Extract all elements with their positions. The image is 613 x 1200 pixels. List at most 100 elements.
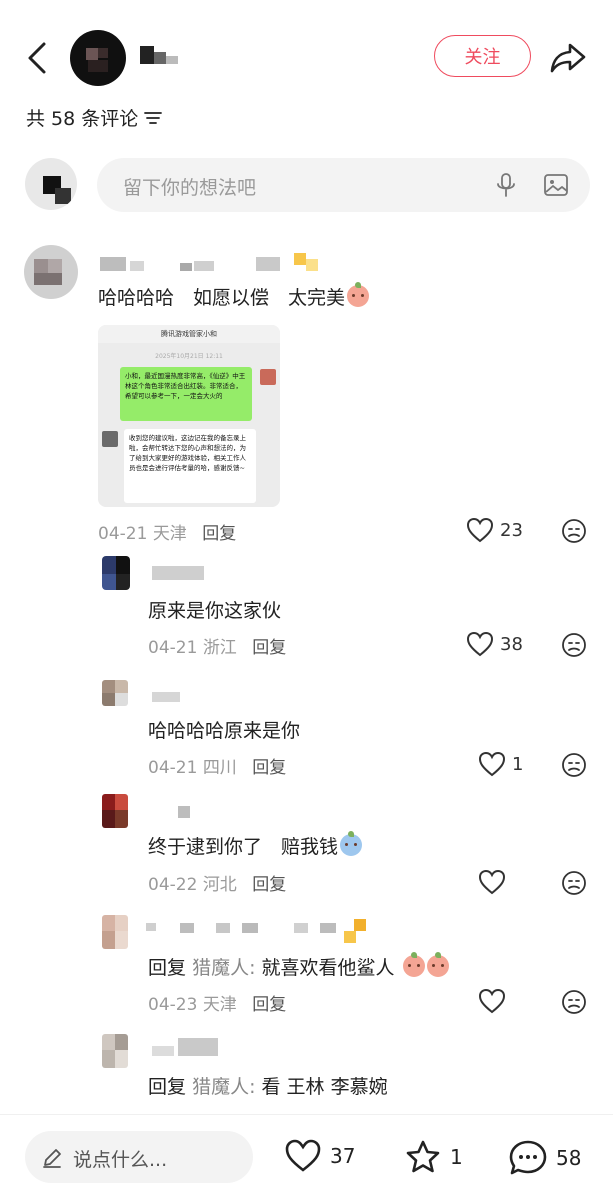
image-chat-avatar: [102, 431, 118, 447]
comment-text: 回复 猎魔人: 就喜欢看他鲨人: [148, 952, 449, 980]
dislike-face-icon[interactable]: [561, 632, 587, 658]
heart-icon: [478, 751, 506, 777]
microphone-icon[interactable]: [495, 172, 517, 198]
commenter-avatar[interactable]: [102, 915, 128, 949]
sort-icon[interactable]: [144, 111, 163, 125]
peach-emoji-icon: [426, 952, 449, 977]
comment-input-placeholder: 留下你的想法吧: [123, 177, 257, 199]
commenter-avatar[interactable]: [102, 794, 128, 828]
like-button[interactable]: 23: [466, 517, 523, 543]
commenter-avatar[interactable]: [102, 1034, 128, 1068]
image-icon[interactable]: [543, 172, 569, 198]
comment-input[interactable]: 留下你的想法吧: [97, 158, 590, 212]
crying-emoji-icon: [340, 831, 363, 856]
like-button[interactable]: [478, 869, 506, 895]
comment-location: 天津: [152, 524, 187, 544]
post-like-button[interactable]: 37: [284, 1139, 355, 1173]
dislike-face-icon[interactable]: [561, 518, 587, 544]
comment-meta: 04-21 浙江 回复: [148, 633, 286, 658]
image-chat-date: 2025年10月21日 12:11: [155, 353, 223, 360]
say-something-placeholder: 说点什么...: [73, 1149, 168, 1171]
comment-date: 04-21: [98, 524, 148, 544]
comment-meta: 04-23 天津 回复: [148, 990, 286, 1015]
reply-item: 回复 猎魔人: 就喜欢看他鲨人 04-23 天津 回复: [0, 915, 613, 1025]
commenter-name-pixelated[interactable]: [100, 253, 330, 275]
reply-prefix: 回复: [148, 1076, 187, 1098]
comment-count-text: 共 58 条评论: [26, 108, 139, 130]
comment-date: 04-22: [148, 875, 198, 895]
bottom-action-bar: 说点什么... 37 1 58: [0, 1114, 613, 1200]
comment-location: 河北: [202, 875, 237, 895]
dislike-face-icon[interactable]: [561, 870, 587, 896]
commenter-name-pixelated[interactable]: [152, 690, 202, 704]
reply-item: 原来是你这家伙 04-21 浙江 回复 38: [0, 556, 613, 666]
peach-emoji-icon: [347, 282, 370, 307]
comment-text: 哈哈哈哈原来是你: [148, 720, 301, 742]
comment-location: 四川: [202, 758, 237, 778]
commenter-name-pixelated[interactable]: [152, 1038, 232, 1058]
comment-item: 哈哈哈哈 如愿以偿 太完美 腾讯游戏管家小和 2025年10月21日 12:11…: [0, 245, 613, 555]
comment-text-content: 看 王林 李慕婉: [255, 1076, 388, 1098]
comment-date: 04-21: [148, 758, 198, 778]
comment-location: 天津: [202, 995, 237, 1015]
comment-date: 04-21: [148, 638, 198, 658]
commenter-name-pixelated[interactable]: [152, 566, 212, 582]
reply-button[interactable]: 回复: [252, 638, 286, 658]
top-bar: 关注: [0, 0, 613, 110]
comment-meta: 04-21 天津 回复: [98, 519, 236, 544]
commenter-avatar[interactable]: [102, 556, 130, 590]
reply-item: 终于逮到你了 赔我钱 04-22 河北 回复: [0, 794, 613, 904]
reply-prefix: 回复: [148, 957, 187, 979]
mentioned-user[interactable]: 猎魔人:: [192, 957, 255, 979]
comment-meta: 04-21 四川 回复: [148, 753, 286, 778]
heart-icon: [478, 988, 506, 1014]
post-favorite-count: 1: [450, 1145, 463, 1169]
comment-text-content: 哈哈哈哈 如愿以偿 太完美: [98, 287, 346, 309]
reply-item: 回复 猎魔人: 看 王林 李慕婉: [0, 1034, 613, 1114]
comment-count[interactable]: 共 58 条评论: [26, 104, 163, 131]
comment-location: 浙江: [202, 638, 237, 658]
share-icon[interactable]: [548, 40, 588, 74]
heart-icon: [466, 517, 494, 543]
like-button[interactable]: [478, 988, 506, 1014]
star-icon: [406, 1140, 440, 1173]
post-favorite-button[interactable]: 1: [404, 1139, 463, 1175]
comment-text: 哈哈哈哈 如愿以偿 太完美: [98, 282, 370, 310]
my-avatar: [25, 158, 77, 210]
heart-icon: [285, 1139, 321, 1172]
comment-composer: 留下你的想法吧: [0, 158, 613, 216]
comment-image[interactable]: 腾讯游戏管家小和 2025年10月21日 12:11 小和，最近国漫热度非常高，…: [98, 325, 280, 507]
heart-icon: [466, 631, 494, 657]
commenter-avatar[interactable]: [24, 245, 78, 299]
commenter-name-pixelated[interactable]: [152, 804, 202, 818]
reply-button[interactable]: 回复: [202, 524, 236, 544]
comment-text: 终于逮到你了 赔我钱: [148, 831, 363, 859]
reply-button[interactable]: 回复: [252, 758, 286, 778]
image-chat-sent: 小和，最近国漫热度非常高，《仙逆》中王林这个角色非常适合出红装。非常适合，希望可…: [120, 367, 252, 421]
like-button[interactable]: 1: [478, 751, 523, 777]
reply-button[interactable]: 回复: [252, 995, 286, 1015]
mentioned-user[interactable]: 猎魔人:: [192, 1076, 255, 1098]
post-comment-count: 58: [556, 1146, 582, 1170]
commenter-avatar[interactable]: [102, 680, 128, 706]
image-chat-received: 收到您的建议啦，这边记在我的备忘录上啦，会帮忙转达下您的心声和想法的，为了给到大…: [124, 429, 256, 503]
author-avatar[interactable]: [70, 30, 126, 86]
comment-meta: 04-22 河北 回复: [148, 870, 286, 895]
post-like-count: 37: [330, 1144, 356, 1168]
dislike-face-icon[interactable]: [561, 752, 587, 778]
comment-text-content: 终于逮到你了 赔我钱: [148, 836, 339, 858]
back-arrow-icon[interactable]: [22, 38, 54, 78]
like-count: 23: [500, 519, 523, 541]
comment-text-content: 就喜欢看他鲨人: [255, 957, 395, 979]
comment-text: 原来是你这家伙: [148, 600, 282, 622]
like-button[interactable]: 38: [466, 631, 523, 657]
follow-button[interactable]: 关注: [434, 35, 531, 77]
comment-date: 04-23: [148, 995, 198, 1015]
post-comment-button[interactable]: 58: [508, 1139, 581, 1177]
heart-icon: [478, 869, 506, 895]
dislike-face-icon[interactable]: [561, 989, 587, 1015]
commenter-name-pixelated[interactable]: [146, 917, 376, 947]
comment-text: 回复 猎魔人: 看 王林 李慕婉: [148, 1072, 388, 1099]
say-something-input[interactable]: 说点什么...: [25, 1131, 253, 1183]
reply-button[interactable]: 回复: [252, 875, 286, 895]
